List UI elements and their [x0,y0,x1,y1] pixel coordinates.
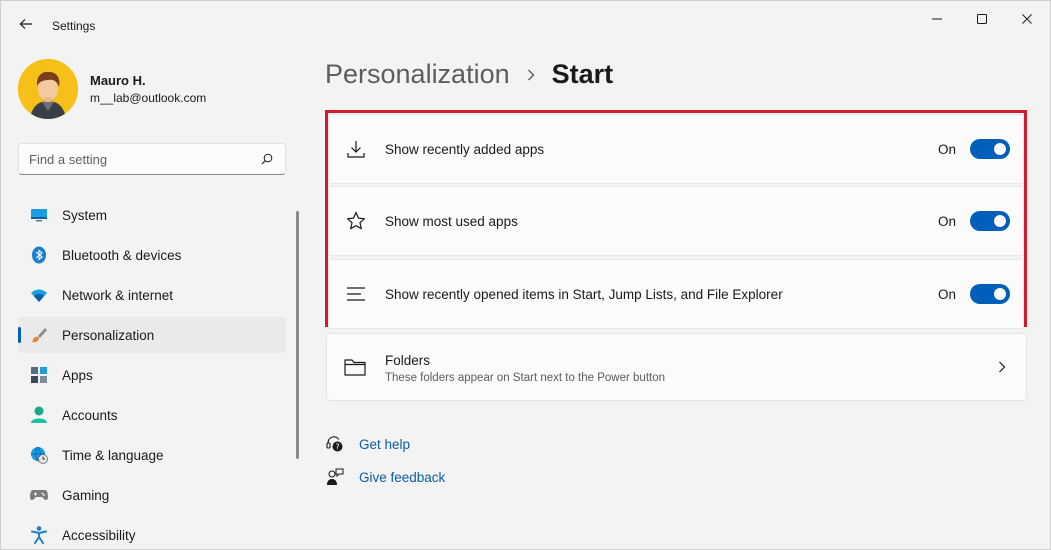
sidebar-scrollbar[interactable] [296,211,299,459]
give-feedback-link[interactable]: Give feedback [325,467,445,487]
accounts-icon [30,406,48,424]
toggle-state-label: On [938,286,957,302]
sidebar-item-time-language[interactable]: Time & language [18,437,286,473]
chevron-right-icon [526,68,536,82]
close-icon [1022,14,1032,24]
minimize-icon [932,18,942,20]
maximize-icon [977,14,987,24]
avatar [18,59,78,119]
setting-label: Show most used apps [385,213,518,229]
system-icon [30,206,48,224]
sidebar-item-apps[interactable]: Apps [18,357,286,393]
sidebar-item-label: Time & language [62,447,164,463]
sidebar-item-accounts[interactable]: Accounts [18,397,286,433]
wifi-icon [30,286,48,304]
gamepad-icon [30,486,48,504]
sidebar-item-label: Bluetooth & devices [62,247,182,263]
apps-icon [30,366,48,384]
sidebar-item-label: System [62,207,108,223]
search-input[interactable] [29,151,259,167]
svg-text:?: ? [335,442,339,451]
profile-email: m__lab@outlook.com [90,91,207,105]
folder-icon [344,356,366,378]
setting-label: Show recently opened items in Start, Jum… [385,286,783,302]
sidebar-item-label: Personalization [62,327,155,343]
maximize-button[interactable] [959,7,1005,31]
get-help-label: Get help [359,436,411,452]
back-button[interactable] [13,11,39,37]
give-feedback-label: Give feedback [359,469,446,485]
folders-card[interactable]: Folders These folders appear on Start ne… [326,333,1027,401]
search-box[interactable] [18,143,286,175]
search-icon[interactable] [259,151,275,167]
sidebar-item-personalization[interactable]: Personalization [18,317,286,353]
get-help-link[interactable]: ? Get help [325,434,410,454]
download-icon [345,138,367,160]
bluetooth-icon [30,246,48,264]
setting-label: Show recently added apps [385,141,545,157]
folders-title: Folders [385,353,431,368]
recently-opened-items-toggle[interactable] [970,284,1010,304]
minimize-button[interactable] [914,7,960,31]
user-profile[interactable]: Mauro H. m__lab@outlook.com [18,59,206,119]
window-title: Settings [52,19,96,33]
chevron-right-icon [995,360,1009,374]
setting-card-recently-opened: Show recently opened items in Start, Jum… [328,259,1024,329]
breadcrumb: Personalization Start [325,59,613,90]
brush-icon [30,326,48,344]
folders-subtitle: These folders appear on Start next to th… [385,372,666,384]
back-arrow-icon [19,19,32,29]
sidebar-item-label: Network & internet [62,287,174,303]
sidebar-item-network[interactable]: Network & internet [18,277,286,313]
star-icon [345,210,367,232]
sidebar-item-bluetooth[interactable]: Bluetooth & devices [18,237,286,273]
setting-card-recently-added: Show recently added apps On [328,114,1024,184]
title-bar: Settings [1,1,1050,49]
most-used-apps-toggle[interactable] [970,211,1010,231]
globe-clock-icon [30,446,48,464]
profile-name: Mauro H. [90,73,146,88]
sidebar-item-label: Accounts [62,407,118,423]
close-button[interactable] [1004,7,1050,31]
sidebar-item-label: Accessibility [62,527,136,543]
page-title: Start [551,59,614,89]
feedback-icon [325,467,345,487]
recently-added-apps-toggle[interactable] [970,139,1010,159]
sidebar-nav: System Bluetooth & devices Network & int… [18,197,286,550]
accessibility-icon [30,526,48,544]
sidebar-item-label: Gaming [62,487,110,503]
sidebar-item-label: Apps [62,367,93,383]
toggle-state-label: On [938,141,957,157]
sidebar-item-accessibility[interactable]: Accessibility [18,517,286,550]
sidebar-item-system[interactable]: System [18,197,286,233]
breadcrumb-parent[interactable]: Personalization [325,59,510,90]
help-icon: ? [325,434,345,454]
sidebar-item-gaming[interactable]: Gaming [18,477,286,513]
toggle-state-label: On [938,213,957,229]
list-icon [345,283,367,305]
setting-card-most-used: Show most used apps On [328,186,1024,256]
